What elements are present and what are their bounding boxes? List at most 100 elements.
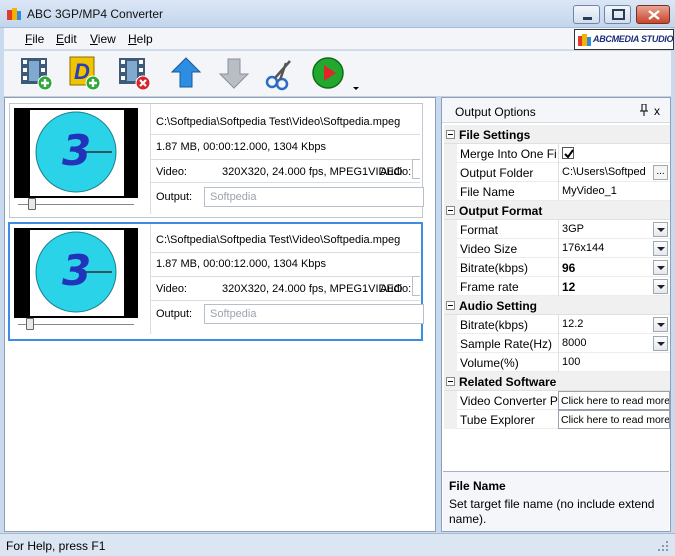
pin-icon[interactable] (639, 104, 649, 116)
output-name-input[interactable]: Softpedia (204, 304, 424, 324)
video-bitrate-dropdown-icon[interactable] (653, 260, 668, 275)
title-bar: ABC 3GP/MP4 Converter (0, 0, 675, 28)
prop-video-size: Video Size 176x144 (444, 239, 670, 258)
frame-rate-select[interactable]: 12 (562, 280, 654, 294)
browse-folder-button[interactable]: ... (653, 165, 668, 180)
preview-slider-track (18, 324, 134, 325)
collapse-icon[interactable] (446, 301, 455, 310)
prop-format: Format 3GP (444, 220, 670, 239)
thumbnail-digit: 3 (62, 126, 92, 175)
category-output-format[interactable]: Output Format (444, 201, 670, 220)
output-label: Output: (156, 191, 193, 203)
prop-sample-rate: Sample Rate(Hz) 8000 (444, 334, 670, 353)
file-meta: 1.87 MB, 00:00:12.000, 1304 Kbps (156, 141, 327, 153)
category-file-settings[interactable]: File Settings (444, 125, 670, 144)
resize-grip-icon[interactable] (657, 540, 669, 552)
video-thumbnail: 3 (14, 228, 138, 318)
file-path: C:\Softpedia\Softpedia Test\Video\Softpe… (156, 234, 401, 246)
brand-text: ABCMEDIA STUDIO (593, 34, 674, 44)
add-dvd-icon[interactable]: D (66, 55, 102, 91)
property-help: File Name Set target file name (no inclu… (443, 471, 669, 531)
video-size-dropdown-icon[interactable] (653, 241, 668, 256)
prop-merge: Merge Into One Fi (444, 144, 670, 163)
output-options-header: Output Options x (442, 98, 670, 123)
convert-dropdown-icon[interactable] (353, 87, 360, 91)
file-meta: 1.87 MB, 00:00:12.000, 1304 Kbps (156, 258, 327, 270)
format-select[interactable]: 3GP (562, 223, 654, 235)
file-item-selected[interactable]: 3 C:\Softpedia\Softpedia Test\Video\Soft… (8, 222, 424, 341)
video-label: Video: (156, 283, 187, 295)
category-related-software[interactable]: Related Software (444, 372, 670, 391)
help-description: Set target file name (no include extend … (449, 497, 655, 526)
video-label: Video: (156, 166, 187, 178)
menu-view[interactable]: View (90, 32, 116, 46)
frame-rate-dropdown-icon[interactable] (653, 279, 668, 294)
minimize-button[interactable] (573, 5, 600, 24)
prop-frame-rate: Frame rate 12 (444, 277, 670, 296)
file-info: C:\Softpedia\Softpedia Test\Video\Softpe… (150, 224, 424, 336)
preview-slider-thumb[interactable] (28, 198, 36, 210)
maximize-icon (612, 9, 625, 20)
prop-tube-explorer: Tube Explorer Click here to read more (444, 410, 670, 429)
collapse-icon[interactable] (446, 130, 455, 139)
app-icon (7, 8, 21, 20)
audio-box (412, 276, 420, 296)
window-title: ABC 3GP/MP4 Converter (27, 7, 164, 21)
format-dropdown-icon[interactable] (653, 222, 668, 237)
thumbnail-digit: 3 (62, 246, 92, 295)
merge-checkbox[interactable] (562, 147, 574, 159)
sample-rate-select[interactable]: 8000 (562, 337, 654, 349)
brand-logo-icon (578, 34, 591, 46)
status-text: For Help, press F1 (6, 539, 106, 553)
preview-slider-thumb[interactable] (26, 318, 34, 330)
collapse-icon[interactable] (446, 377, 455, 386)
volume-input[interactable]: 100 (562, 356, 654, 368)
file-path: C:\Softpedia\Softpedia Test\Video\Softpe… (156, 116, 401, 128)
menu-edit[interactable]: Edit (56, 32, 77, 46)
sample-rate-dropdown-icon[interactable] (653, 336, 668, 351)
settings-scissors-icon[interactable] (262, 55, 298, 91)
audio-box (412, 159, 420, 179)
checkmark-icon (564, 149, 574, 159)
audio-label: Audio: (380, 166, 412, 178)
maximize-button[interactable] (604, 5, 631, 24)
toolbar: D (4, 51, 671, 97)
close-icon (648, 10, 660, 20)
panel-close-icon[interactable]: x (654, 104, 660, 118)
video-thumbnail: 3 (14, 108, 138, 198)
add-video-icon[interactable] (18, 55, 54, 91)
prop-volume: Volume(%) 100 (444, 353, 670, 372)
help-title: File Name (449, 479, 506, 493)
output-label: Output: (156, 308, 193, 320)
prop-file-name: File Name MyVideo_1 (444, 182, 670, 201)
video-converter-link[interactable]: Click here to read more (558, 391, 670, 410)
output-folder-value[interactable]: C:\Users\Softped (562, 166, 654, 178)
remove-video-icon[interactable] (116, 55, 152, 91)
collapse-icon[interactable] (446, 206, 455, 215)
audio-bitrate-dropdown-icon[interactable] (653, 317, 668, 332)
video-size-select[interactable]: 176x144 (562, 242, 654, 254)
output-options-title: Output Options (455, 105, 536, 119)
move-down-icon[interactable] (216, 55, 252, 91)
file-item[interactable]: 3 C:\Softpedia\Softpedia Test\Video\Soft… (9, 103, 424, 218)
audio-bitrate-select[interactable]: 12.2 (562, 318, 654, 330)
file-name-input[interactable]: MyVideo_1 (562, 185, 654, 197)
menu-bar: File Edit View Help ABCMEDIA STUDIO (4, 28, 674, 50)
convert-play-icon[interactable] (310, 55, 346, 91)
tube-explorer-link[interactable]: Click here to read more (558, 410, 670, 429)
prop-audio-bitrate: Bitrate(kbps) 12.2 (444, 315, 670, 334)
menu-help[interactable]: Help (128, 32, 153, 46)
menu-file[interactable]: File (25, 32, 44, 46)
file-list: 3 C:\Softpedia\Softpedia Test\Video\Soft… (4, 97, 436, 532)
video-bitrate-select[interactable]: 96 (562, 261, 654, 275)
move-up-icon[interactable] (168, 55, 204, 91)
output-name-input[interactable]: Softpedia (204, 187, 424, 207)
close-button[interactable] (636, 5, 670, 24)
video-info: 320X320, 24.000 fps, MPEG1VIDEO (222, 166, 403, 178)
prop-video-bitrate: Bitrate(kbps) 96 (444, 258, 670, 277)
video-info: 320X320, 24.000 fps, MPEG1VIDEO (222, 283, 403, 295)
file-info: C:\Softpedia\Softpedia Test\Video\Softpe… (150, 104, 424, 216)
output-options-panel: Output Options x File Settings Merge Int… (441, 97, 671, 532)
category-audio-setting[interactable]: Audio Setting (444, 296, 670, 315)
prop-video-converter: Video Converter P Click here to read mor… (444, 391, 670, 410)
